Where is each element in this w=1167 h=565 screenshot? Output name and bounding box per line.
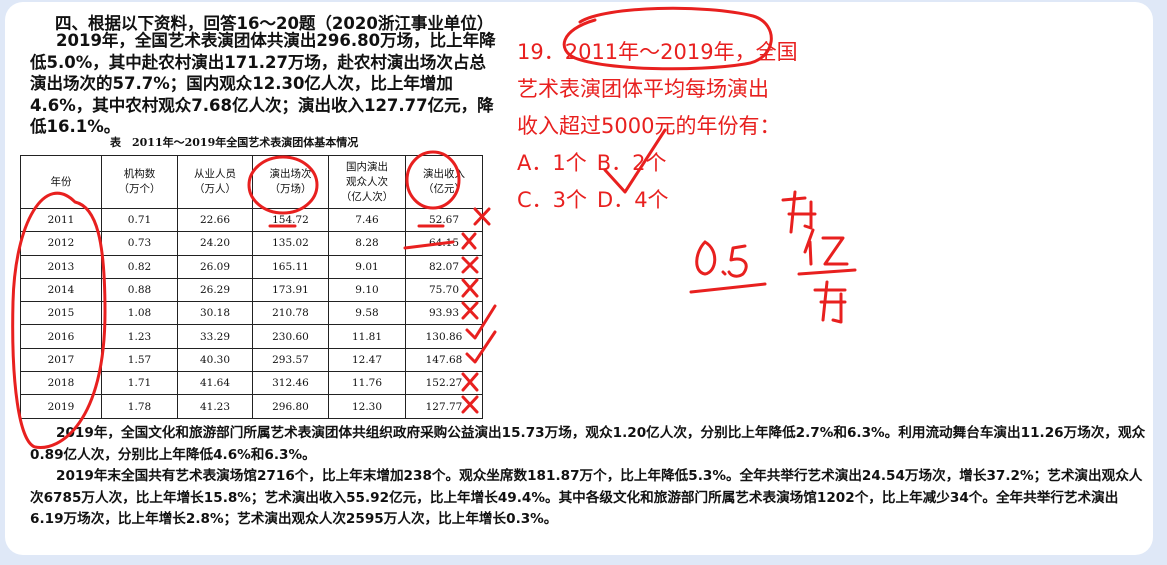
table-cell: 173.91 — [252, 277, 329, 303]
table-row: 2019 1.78 41.23 296.80 12.30 127.77 — [20, 394, 483, 419]
bottom-paragraphs: 2019年，全国文化和旅游部门所属艺术表演团体共组织政府采购公益演出15.73万… — [30, 423, 1150, 531]
question-line-3: 收入超过5000元的年份有： — [517, 114, 781, 138]
table-cell: 2011 — [20, 207, 102, 233]
table-caption: 表 2011年～2019年全国艺术表演团体基本情况 — [110, 136, 359, 149]
watermark: 课程咨询微信：sibai2332 / sibai1332 — [920, 541, 1115, 554]
handwritten-wan-bottom — [813, 280, 847, 324]
table-cell: 41.64 — [177, 371, 253, 396]
table-cell: 0.73 — [101, 231, 178, 256]
table-cell: 24.20 — [177, 231, 253, 256]
table-header-cell: 国内演出 观众人次 （亿人次） — [328, 155, 406, 209]
option-c[interactable]: C．3个 — [517, 182, 587, 219]
option-b[interactable]: B．2个 — [597, 145, 667, 182]
table-cell: 75.70 — [405, 277, 483, 303]
table-cell: 1.23 — [101, 324, 178, 349]
options-row-1: A．1个 B．2个 — [517, 145, 798, 182]
table-header-row: 年份 机构数 （万个） 从业人员 （万人） 演出场次 （万场） 国内演出 观众人次 （亿… — [20, 155, 483, 209]
table-row: 2016 1.23 33.29 230.60 11.81 130.86 — [20, 324, 483, 349]
table-cell: 1.78 — [101, 394, 178, 419]
handwritten-yi — [803, 228, 849, 266]
intro-paragraph-text: 2019年，全国艺术表演团体共演出296.80万场，比上年降低5.0%，其中赴农… — [30, 31, 496, 136]
table-cell: 11.76 — [328, 371, 406, 396]
table-cell: 33.29 — [177, 324, 253, 349]
table-cell: 2013 — [20, 254, 102, 279]
table-row: 2018 1.71 41.64 312.46 11.76 152.27 — [20, 371, 483, 396]
table-cell: 2012 — [20, 231, 102, 256]
table-cell: 40.30 — [177, 347, 253, 373]
options-row-2: C．3个 D．4个 — [517, 182, 798, 219]
table-cell: 2016 — [20, 324, 102, 349]
handwritten-zero-point-five — [689, 240, 767, 294]
table-cell: 11.81 — [328, 324, 406, 349]
table-cell: 22.66 — [177, 207, 253, 233]
table-cell: 154.72 — [252, 207, 329, 233]
table-header-cell: 年份 — [20, 155, 102, 209]
table-cell: 1.08 — [101, 301, 178, 326]
table-cell: 165.11 — [252, 254, 329, 279]
table-cell: 2014 — [20, 277, 102, 303]
table-cell: 26.09 — [177, 254, 253, 279]
option-d[interactable]: D．4个 — [597, 182, 669, 219]
option-a[interactable]: A．1个 — [517, 145, 587, 182]
table-header-cell: 从业人员 （万人） — [177, 155, 253, 209]
table-cell: 93.93 — [405, 301, 483, 326]
table-cell: 7.46 — [328, 207, 406, 233]
table-cell: 230.60 — [252, 324, 329, 349]
bottom-paragraph-2: 2019年末全国共有艺术表演场馆2716个，比上年末增加238个。观众坐席数18… — [30, 468, 1143, 527]
table-cell: 41.23 — [177, 394, 253, 419]
table-cell: 0.88 — [101, 277, 178, 303]
question-block: 19．2011年～2019年，全国 艺术表演团体平均每场演出 收入超过5000元… — [517, 34, 798, 219]
table-cell: 1.71 — [101, 371, 178, 396]
table-body: 2011 0.71 22.66 154.72 7.46 52.67 2012 0.73 24.2… — [20, 207, 483, 419]
table-header-cell: 演出收入 （亿元） — [405, 155, 483, 209]
intro-paragraph: 2019年，全国艺术表演团体共演出296.80万场，比上年降低5.0%，其中赴农… — [30, 30, 500, 138]
table-cell: 2017 — [20, 347, 102, 373]
table-header-cell: 演出场次 （万场） — [252, 155, 329, 209]
table-row: 2011 0.71 22.66 154.72 7.46 52.67 — [20, 207, 483, 233]
table-cell: 12.47 — [328, 347, 406, 373]
table-cell: 152.27 — [405, 371, 483, 396]
table-cell: 127.77 — [405, 394, 483, 419]
table-cell: 9.01 — [328, 254, 406, 279]
document-page: 四、根据以下资料，回答16～20题（2020浙江事业单位） 2019年，全国艺术… — [5, 2, 1153, 555]
table-cell: 130.86 — [405, 324, 483, 349]
table-cell: 64.15 — [405, 231, 483, 256]
table-row: 2014 0.88 26.29 173.91 9.10 75.70 — [20, 277, 483, 303]
table-cell: 82.07 — [405, 254, 483, 279]
table-cell: 1.57 — [101, 347, 178, 373]
table-cell: 52.67 — [405, 207, 483, 233]
data-table: 年份 机构数 （万个） 从业人员 （万人） 演出场次 （万场） 国内演出 观众人次 （亿… — [20, 155, 483, 419]
question-line-2: 艺术表演团体平均每场演出 — [517, 77, 769, 101]
table-cell: 8.28 — [328, 231, 406, 256]
table-cell: 2019 — [20, 394, 102, 419]
table-cell: 0.82 — [101, 254, 178, 279]
bottom-paragraph-1: 2019年，全国文化和旅游部门所属艺术表演团体共组织政府采购公益演出15.73万… — [30, 425, 1146, 463]
fraction-line — [797, 268, 857, 276]
table-cell: 312.46 — [252, 371, 329, 396]
table-cell: 2018 — [20, 371, 102, 396]
table-cell: 9.58 — [328, 301, 406, 326]
table-cell: 0.71 — [101, 207, 178, 233]
table-header-cell: 机构数 （万个） — [101, 155, 178, 209]
table-cell: 30.18 — [177, 301, 253, 326]
table-cell: 147.68 — [405, 347, 483, 373]
table-cell: 135.02 — [252, 231, 329, 256]
table-cell: 293.57 — [252, 347, 329, 373]
table-cell: 2015 — [20, 301, 102, 326]
table-row: 2017 1.57 40.30 293.57 12.47 147.68 — [20, 347, 483, 373]
table-cell: 26.29 — [177, 277, 253, 303]
table-row: 2012 0.73 24.20 135.02 8.28 64.15 — [20, 231, 483, 256]
table-cell: 9.10 — [328, 277, 406, 303]
table-cell: 296.80 — [252, 394, 329, 419]
question-line-1: 19．2011年～2019年，全国 — [517, 40, 798, 64]
table-cell: 12.30 — [328, 394, 406, 419]
table-row: 2015 1.08 30.18 210.78 9.58 93.93 — [20, 301, 483, 326]
table-cell: 210.78 — [252, 301, 329, 326]
table-row: 2013 0.82 26.09 165.11 9.01 82.07 — [20, 254, 483, 279]
